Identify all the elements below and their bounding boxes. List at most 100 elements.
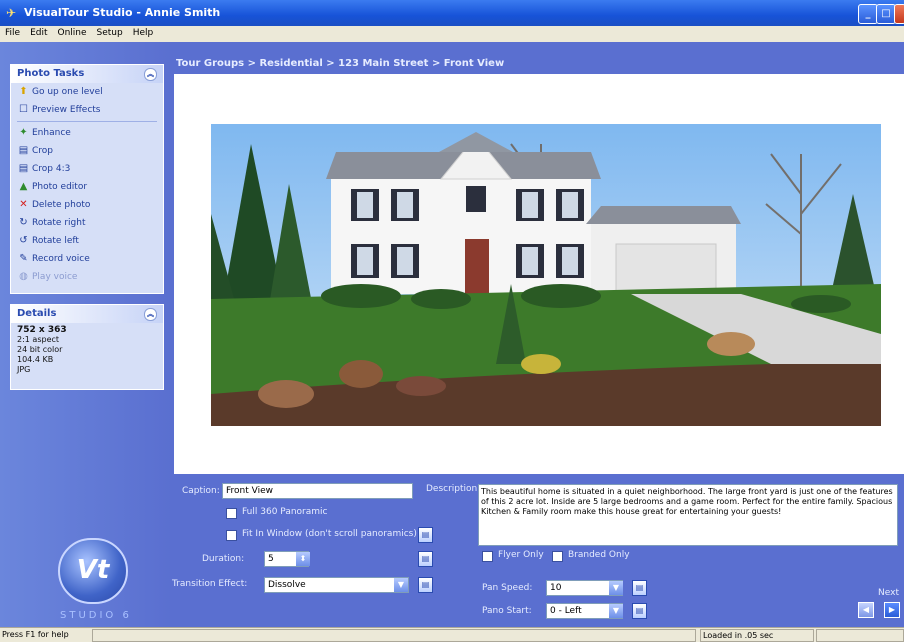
photo-editor-icon: ▲ (19, 181, 28, 192)
caption-label: Caption: (182, 486, 220, 496)
crop43-icon: ▤ (18, 163, 29, 174)
breadcrumb[interactable]: Tour Groups > Residential > 123 Main Str… (176, 58, 504, 69)
duration-stepper[interactable]: ⬍ (296, 552, 310, 566)
full360-label: Full 360 Panoramic (242, 507, 328, 517)
task-rotate-left[interactable]: ↺ Rotate left (11, 232, 163, 250)
task-label: Photo editor (32, 182, 88, 192)
task-label: Crop 4:3 (32, 164, 71, 174)
flyer-only-checkbox[interactable] (482, 551, 493, 562)
task-enhance[interactable]: ✦ Enhance (11, 124, 163, 142)
description-label: Description: (426, 484, 481, 494)
task-label: Preview Effects (32, 105, 101, 115)
rotate-right-icon: ↻ (19, 217, 28, 228)
menu-setup[interactable]: Setup (92, 26, 128, 38)
task-label: Crop (32, 146, 54, 156)
apply-all-transition-icon[interactable]: ▤ (418, 577, 433, 593)
task-rotate-right[interactable]: ↻ Rotate right (11, 214, 163, 232)
sidebar: Photo Tasks ︽ ⬆ Go up one level ☐ Preview … (0, 42, 172, 627)
play-voice-icon: ◍ (19, 271, 28, 282)
image-color-depth: 24 bit color (17, 345, 63, 354)
task-delete-photo[interactable]: ✕ Delete photo (11, 196, 163, 214)
house-photo (211, 124, 881, 426)
image-file-size: 104.4 KB (17, 355, 54, 364)
status-pane-right (816, 629, 904, 642)
apply-all-duration-icon[interactable]: ▤ (418, 551, 433, 567)
task-record-voice[interactable]: ✎ Record voice (11, 250, 163, 268)
task-play-voice[interactable]: ◍ Play voice (11, 268, 163, 286)
apply-all-fit-icon[interactable]: ▤ (418, 527, 433, 543)
menu-help[interactable]: Help (128, 26, 159, 38)
task-crop[interactable]: ▤ Crop (11, 142, 163, 160)
transition-label: Transition Effect: (172, 579, 248, 589)
next-label: Next (878, 588, 899, 598)
task-go-up[interactable]: ⬆ Go up one level (11, 83, 163, 101)
task-label: Rotate left (32, 236, 79, 246)
rotate-left-icon: ↺ (19, 235, 28, 246)
details-title: Details (17, 308, 57, 319)
task-label: Rotate right (32, 218, 86, 228)
divider (17, 121, 157, 122)
minimize-button[interactable]: _ (858, 4, 878, 24)
photo-tasks-header[interactable]: Photo Tasks ︽ (11, 65, 163, 83)
status-bar: Press F1 for help Loaded in .05 sec (0, 627, 904, 642)
chevron-down-icon[interactable]: ▼ (609, 581, 623, 595)
details-panel: Details ︽ 752 x 363 2:1 aspect 24 bit co… (10, 304, 164, 390)
photo-properties-form: Caption: Front View Full 360 Panoramic F… (172, 474, 904, 627)
image-format: JPG (17, 365, 31, 374)
full360-checkbox[interactable] (226, 508, 237, 519)
house-photo-image (211, 124, 881, 426)
crop-icon: ▤ (18, 145, 29, 156)
previous-button[interactable]: ◀ (858, 602, 874, 618)
branded-only-checkbox[interactable] (552, 551, 563, 562)
pano-start-label: Pano Start: (482, 606, 532, 616)
caption-input[interactable]: Front View (222, 483, 413, 499)
studio-logo-text: STUDIO 6 (60, 610, 132, 621)
window-title: VisualTour Studio - Annie Smith (24, 6, 221, 19)
branded-only-label: Branded Only (568, 550, 630, 560)
image-aspect: 2:1 aspect (17, 335, 60, 344)
transition-select[interactable]: Dissolve (264, 577, 409, 593)
fit-window-label: Fit In Window (don't scroll panoramics) (242, 529, 417, 539)
task-label: Play voice (32, 272, 78, 282)
delete-icon: ✕ (19, 199, 28, 210)
task-label: Record voice (32, 254, 90, 264)
app-icon: ✈ (6, 6, 17, 20)
image-dimensions: 752 x 363 (17, 325, 67, 335)
close-button[interactable] (894, 4, 904, 24)
task-label: Enhance (32, 128, 71, 138)
maximize-button[interactable]: □ (876, 4, 896, 24)
apply-all-pan-speed-icon[interactable]: ▤ (632, 580, 647, 596)
task-photo-editor[interactable]: ▲ Photo editor (11, 178, 163, 196)
folder-up-icon: ⬆ (19, 86, 28, 97)
chevron-down-icon[interactable]: ▼ (394, 578, 408, 592)
photo-tasks-panel: Photo Tasks ︽ ⬆ Go up one level ☐ Preview … (10, 64, 164, 294)
apply-all-pano-start-icon[interactable]: ▤ (632, 603, 647, 619)
task-crop-43[interactable]: ▤ Crop 4:3 (11, 160, 163, 178)
status-loaded: Loaded in .05 sec (700, 629, 814, 642)
collapse-icon[interactable]: ︽ (144, 308, 157, 321)
enhance-icon: ✦ (19, 127, 28, 138)
menu-bar: File Edit Online Setup Help (0, 26, 904, 42)
menu-file[interactable]: File (0, 26, 25, 38)
photo-tasks-title: Photo Tasks (17, 68, 85, 79)
menu-online[interactable]: Online (53, 26, 92, 38)
description-textarea[interactable]: This beautiful home is situated in a qui… (478, 484, 898, 546)
microphone-icon: ✎ (19, 253, 28, 264)
menu-edit[interactable]: Edit (25, 26, 52, 38)
task-label: Delete photo (32, 200, 91, 210)
title-bar: ✈ VisualTour Studio - Annie Smith _ □ (0, 0, 904, 26)
collapse-icon[interactable]: ︽ (144, 68, 157, 81)
status-help: Press F1 for help (2, 630, 69, 639)
flyer-only-label: Flyer Only (498, 550, 544, 560)
checkbox-icon[interactable]: ☐ (17, 101, 30, 119)
details-header[interactable]: Details ︽ (11, 305, 163, 323)
next-button[interactable]: ▶ (884, 602, 900, 618)
duration-label: Duration: (202, 554, 245, 564)
task-preview-effects[interactable]: ☐ Preview Effects (11, 101, 163, 119)
pan-speed-label: Pan Speed: (482, 583, 533, 593)
details-body: 752 x 363 2:1 aspect 24 bit color 104.4 … (11, 323, 163, 379)
studio-logo: Vt (58, 538, 128, 604)
fit-window-checkbox[interactable] (226, 530, 237, 541)
photo-viewer (174, 74, 904, 474)
chevron-down-icon[interactable]: ▼ (609, 604, 623, 618)
